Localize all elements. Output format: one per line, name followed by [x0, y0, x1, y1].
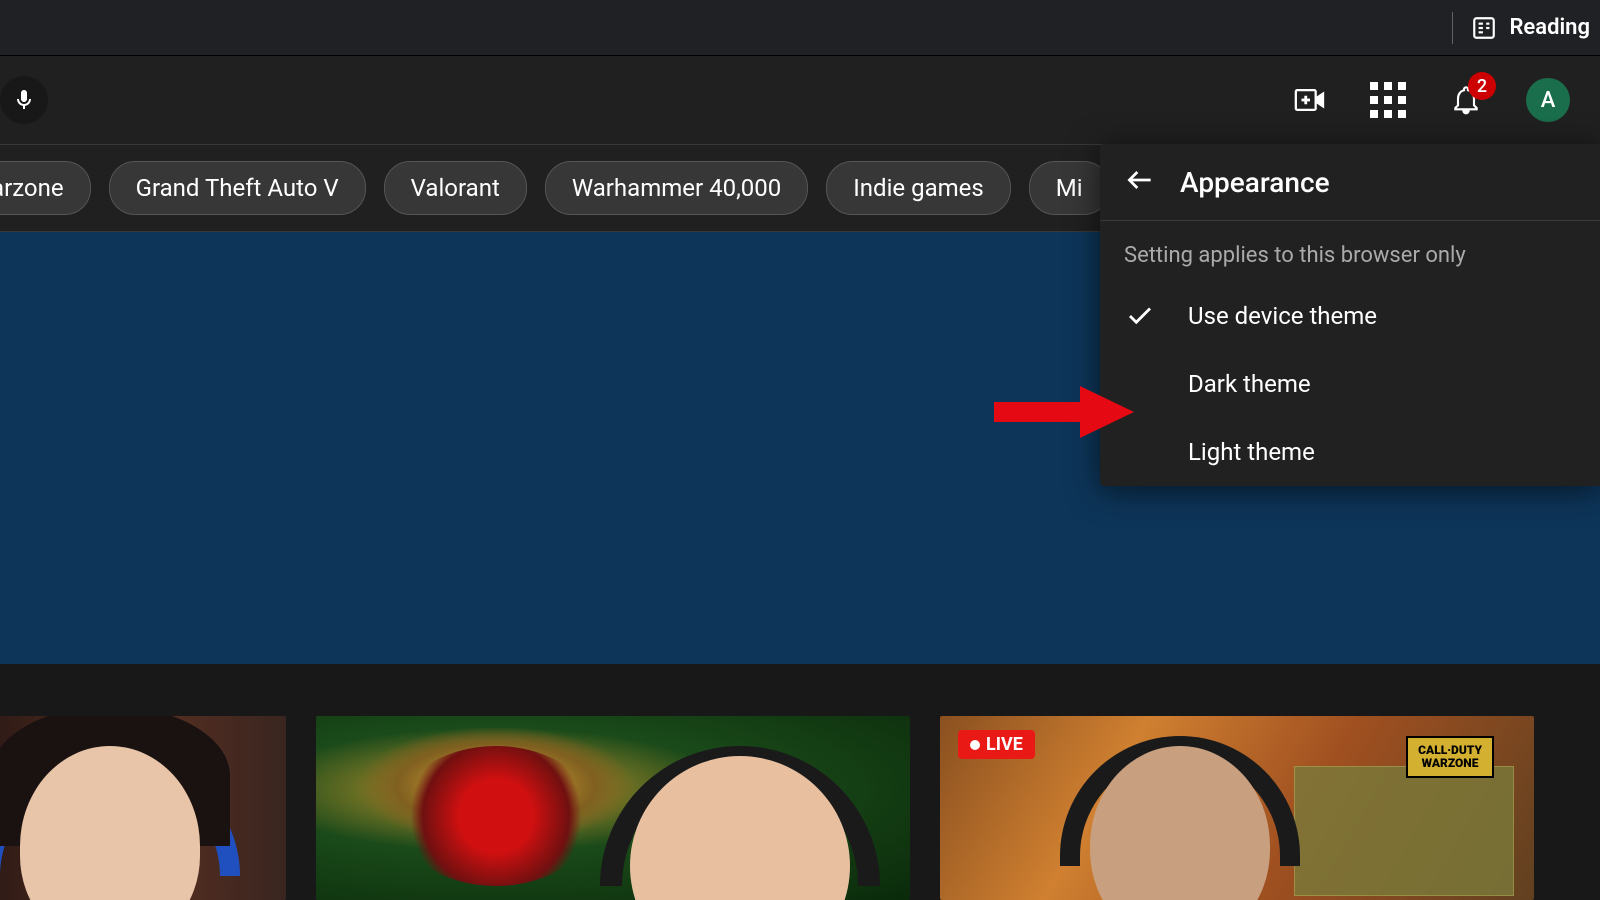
- avatar-letter: A: [1541, 88, 1556, 113]
- notification-badge: 2: [1468, 72, 1496, 100]
- microphone-icon: [12, 88, 36, 112]
- theme-option-dark[interactable]: Dark theme: [1100, 350, 1600, 418]
- video-thumbnail[interactable]: [316, 716, 910, 900]
- browser-top-bar: Reading: [0, 0, 1600, 56]
- video-thumbnails-row: LIVE CALL·DUTY WARZONE: [0, 664, 1600, 900]
- reading-list-button[interactable]: Reading: [1471, 15, 1590, 41]
- filter-chip[interactable]: y: Warzone: [0, 161, 91, 215]
- theme-option-label: Dark theme: [1188, 370, 1311, 398]
- video-thumbnail[interactable]: [0, 716, 286, 900]
- filter-chip[interactable]: Valorant: [384, 161, 527, 215]
- video-thumbnail[interactable]: LIVE CALL·DUTY WARZONE: [940, 716, 1534, 900]
- theme-option-device[interactable]: Use device theme: [1100, 282, 1600, 350]
- filter-chip[interactable]: Mi: [1029, 161, 1110, 215]
- appearance-popup: Appearance Setting applies to this brows…: [1100, 144, 1600, 486]
- theme-option-light[interactable]: Light theme: [1100, 418, 1600, 486]
- youtube-header: 2 A: [0, 56, 1600, 144]
- popup-subtitle: Setting applies to this browser only: [1100, 221, 1600, 282]
- reading-list-icon: [1471, 15, 1497, 41]
- theme-option-label: Light theme: [1188, 438, 1315, 466]
- browser-divider: [1452, 12, 1453, 44]
- notifications-button[interactable]: 2: [1448, 82, 1484, 118]
- account-avatar[interactable]: A: [1526, 78, 1570, 122]
- theme-option-label: Use device theme: [1188, 302, 1377, 330]
- apps-grid-icon: [1370, 82, 1406, 118]
- filter-chip[interactable]: Grand Theft Auto V: [109, 161, 366, 215]
- arrow-left-icon: [1124, 164, 1156, 196]
- apps-button[interactable]: [1370, 82, 1406, 118]
- live-badge: LIVE: [958, 730, 1035, 759]
- filter-chip[interactable]: Indie games: [826, 161, 1011, 215]
- check-icon: [1125, 301, 1155, 331]
- annotation-arrow-icon: [994, 382, 1134, 438]
- back-button[interactable]: [1124, 164, 1156, 200]
- popup-title: Appearance: [1180, 166, 1330, 199]
- game-title-overlay: CALL·DUTY WARZONE: [1406, 736, 1494, 778]
- live-label: LIVE: [986, 734, 1023, 755]
- reading-list-label: Reading: [1509, 15, 1590, 40]
- create-button[interactable]: [1292, 82, 1328, 118]
- create-video-icon: [1293, 83, 1327, 117]
- live-dot-icon: [970, 740, 980, 750]
- filter-chip[interactable]: Warhammer 40,000: [545, 161, 808, 215]
- voice-search-button[interactable]: [0, 76, 48, 124]
- popup-header: Appearance: [1100, 144, 1600, 221]
